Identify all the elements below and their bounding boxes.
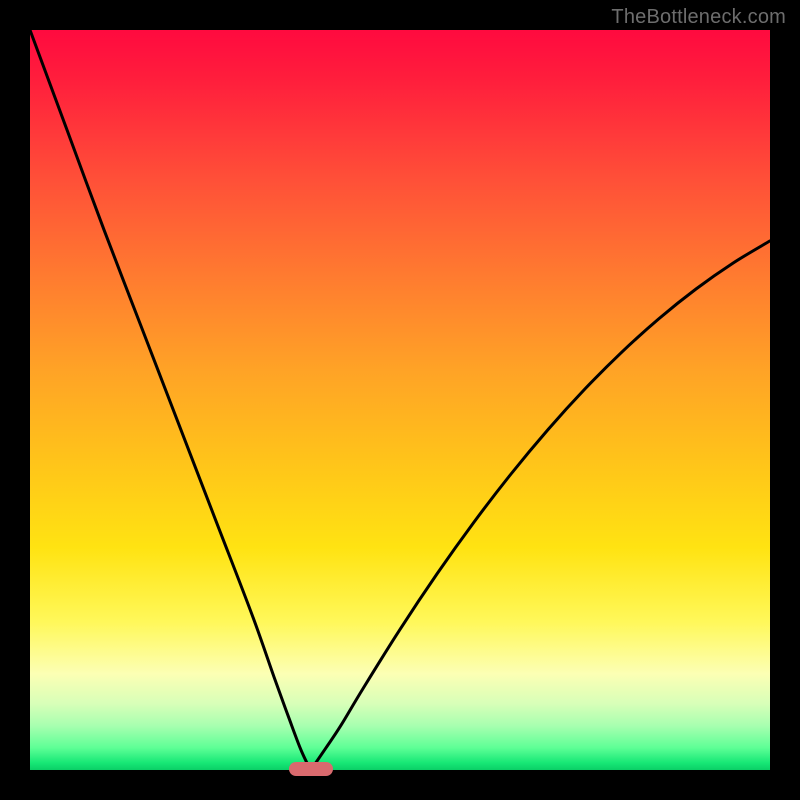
series-left-branch	[30, 30, 308, 764]
curve-lines	[30, 30, 770, 770]
chart-frame: TheBottleneck.com	[0, 0, 800, 800]
bottleneck-marker	[289, 762, 333, 776]
plot-area	[30, 30, 770, 770]
watermark-text: TheBottleneck.com	[611, 6, 786, 29]
series-right-branch	[315, 241, 770, 764]
